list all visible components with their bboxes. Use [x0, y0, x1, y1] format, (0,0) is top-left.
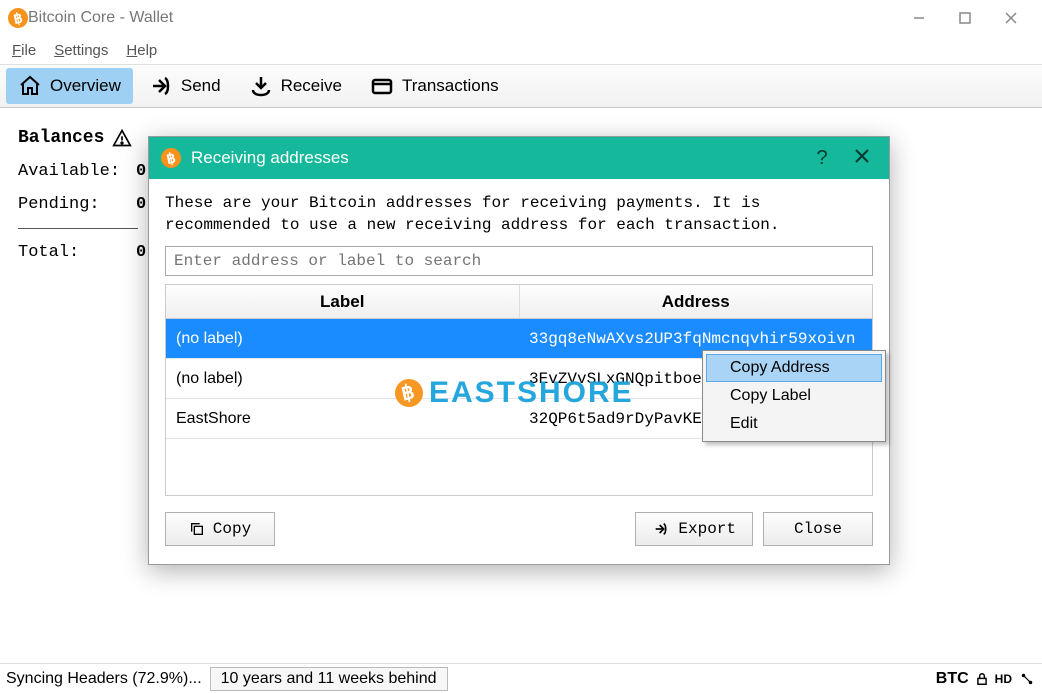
column-label[interactable]: Label	[166, 285, 520, 318]
titlebar: ฿ Bitcoin Core - Wallet	[0, 0, 1042, 36]
balance-value: 0	[136, 243, 146, 262]
unit-label: BTC	[936, 670, 969, 688]
receive-icon	[249, 74, 273, 98]
balance-label: Total:	[18, 243, 128, 262]
context-item-edit[interactable]: Edit	[706, 410, 882, 438]
close-button[interactable]	[988, 0, 1034, 36]
hd-badge: HD	[995, 672, 1012, 686]
statusbar-right: BTC HD	[936, 670, 1036, 688]
copy-icon	[189, 521, 205, 537]
export-button[interactable]: Export	[635, 512, 753, 546]
tab-transactions[interactable]: Transactions	[358, 68, 511, 104]
send-icon	[149, 74, 173, 98]
context-item-copy-address[interactable]: Copy Address	[706, 354, 882, 382]
export-icon	[652, 521, 670, 537]
dialog-title: Receiving addresses	[191, 148, 349, 168]
balances-heading: Balances	[18, 128, 132, 148]
copy-button[interactable]: Copy	[165, 512, 275, 546]
context-item-copy-label[interactable]: Copy Label	[706, 382, 882, 410]
bitcoin-logo-icon: ฿	[159, 146, 183, 170]
tab-overview[interactable]: Overview	[6, 68, 133, 104]
dialog-description: These are your Bitcoin addresses for rec…	[165, 193, 873, 236]
maximize-button[interactable]	[942, 0, 988, 36]
balances-title-text: Balances	[18, 128, 104, 148]
balance-value: 0	[136, 195, 146, 214]
menubar: File Settings Help	[0, 36, 1042, 64]
menu-file[interactable]: File	[12, 42, 36, 59]
menu-help[interactable]: Help	[126, 42, 157, 59]
balance-divider	[18, 228, 138, 229]
window-title: Bitcoin Core - Wallet	[28, 9, 173, 27]
context-menu: Copy Address Copy Label Edit	[702, 350, 886, 442]
tab-receive[interactable]: Receive	[237, 68, 354, 104]
tab-overview-label: Overview	[50, 76, 121, 96]
warning-icon	[112, 128, 132, 148]
balance-label: Available:	[18, 162, 128, 181]
close-button-label: Close	[794, 520, 842, 538]
window-controls	[896, 0, 1034, 36]
home-icon	[18, 74, 42, 98]
sync-status: Syncing Headers (72.9%)...	[6, 670, 202, 688]
transactions-icon	[370, 74, 394, 98]
table-header: Label Address	[166, 285, 872, 319]
dialog-titlebar: ฿ Receiving addresses ?	[149, 137, 889, 179]
dialog-close-button[interactable]	[847, 147, 877, 170]
cell-label: EastShore	[166, 399, 519, 438]
minimize-button[interactable]	[896, 0, 942, 36]
tab-receive-label: Receive	[281, 76, 342, 96]
table-empty-area	[166, 439, 872, 495]
toolbar: Overview Send Receive Transactions	[0, 64, 1042, 108]
tab-transactions-label: Transactions	[402, 76, 499, 96]
lock-icon	[975, 672, 989, 686]
balance-label: Pending:	[18, 195, 128, 214]
balance-value: 0	[136, 162, 146, 181]
dialog-help-button[interactable]: ?	[807, 147, 837, 170]
tab-send-label: Send	[181, 76, 221, 96]
copy-button-label: Copy	[213, 520, 251, 538]
close-button[interactable]: Close	[763, 512, 873, 546]
dialog-actions: Copy Export Close	[165, 512, 873, 546]
sync-behind[interactable]: 10 years and 11 weeks behind	[210, 667, 448, 691]
tab-send[interactable]: Send	[137, 68, 233, 104]
column-address[interactable]: Address	[520, 285, 873, 318]
cell-label: (no label)	[166, 319, 519, 358]
bitcoin-logo-icon: ฿	[6, 6, 30, 30]
statusbar: Syncing Headers (72.9%)... 10 years and …	[0, 663, 1042, 693]
search-input[interactable]	[165, 246, 873, 276]
network-icon	[1018, 672, 1036, 686]
cell-label: (no label)	[166, 359, 519, 398]
export-button-label: Export	[678, 520, 736, 538]
menu-settings[interactable]: Settings	[54, 42, 108, 59]
